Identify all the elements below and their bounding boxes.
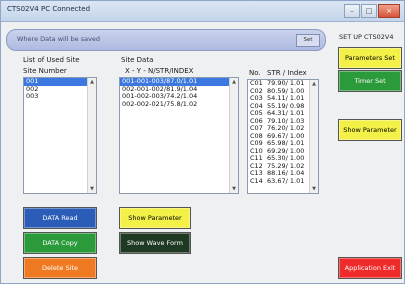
site-data-scrollbar[interactable]: ▲ ▼ [229, 78, 238, 193]
show-parameter-button[interactable]: Show Parameter [119, 207, 191, 229]
delete-site-button[interactable]: Delete Site [23, 257, 97, 279]
scroll-down-icon[interactable]: ▼ [230, 185, 238, 193]
scroll-up-icon[interactable]: ▲ [230, 78, 238, 86]
show-wave-form-button[interactable]: Show Wave Form [119, 232, 191, 254]
window-title: CTS02V4 PC Connected [7, 5, 91, 13]
scroll-up-icon[interactable]: ▲ [310, 80, 318, 88]
str-no-header: No. [249, 69, 261, 77]
used-site-item[interactable]: 003 [24, 92, 96, 101]
minimize-button[interactable]: – [344, 4, 360, 18]
used-site-list[interactable]: 001 002 003 ▲ ▼ [23, 77, 97, 194]
close-button[interactable]: × [378, 4, 400, 18]
used-site-scrollbar[interactable]: ▲ ▼ [87, 78, 96, 193]
parameters-set-button[interactable]: Parameters Set [338, 47, 402, 69]
title-bar: CTS02V4 PC Connected – □ × [1, 1, 404, 22]
scroll-down-icon[interactable]: ▼ [310, 185, 318, 193]
scroll-up-icon[interactable]: ▲ [88, 78, 96, 86]
show-parameter-right-button[interactable]: Show Parameter [338, 119, 402, 141]
setup-label: SET UP CTS02V4 [339, 33, 394, 41]
save-location-label: Where Data will be saved [17, 35, 101, 43]
str-row-value: 63.67/ 1.01 [267, 176, 305, 185]
site-data-item[interactable]: 002-002-021/75.8/1.02 [120, 100, 238, 109]
site-data-header: Site Data [121, 56, 154, 64]
timer-set-button[interactable]: Timer Set [338, 70, 402, 92]
set-save-location-button[interactable]: Set [296, 34, 320, 47]
application-exit-button[interactable]: Application Exit [338, 257, 402, 279]
site-number-header: Site Number [23, 67, 67, 75]
str-row-number: C14 [250, 176, 263, 185]
str-list-row[interactable]: C14 63.67/ 1.01 [248, 176, 318, 186]
scroll-down-icon[interactable]: ▼ [88, 185, 96, 193]
str-index-list[interactable]: C01 79.90/ 1.01 C02 80.59/ 1.00 C03 54.11/ 1.… [247, 79, 319, 194]
maximize-button[interactable]: □ [361, 4, 377, 18]
data-copy-button[interactable]: DATA Copy [23, 232, 97, 254]
used-site-header: List of Used Site [23, 56, 80, 64]
main-window: CTS02V4 PC Connected – □ × Where Data wi… [0, 0, 405, 284]
site-data-subheader: X - Y - N/STR/INDEX [125, 67, 194, 75]
window-controls: – □ × [344, 4, 400, 18]
str-index-header: STR / Index [267, 69, 307, 77]
data-read-button[interactable]: DATA Read [23, 207, 97, 229]
save-location-bar: Where Data will be saved [6, 29, 326, 51]
str-list-scrollbar[interactable]: ▲ ▼ [309, 80, 318, 193]
site-data-list[interactable]: 001-001-003/87.0/1.01 002-001-002/81.9/1.… [119, 77, 239, 194]
